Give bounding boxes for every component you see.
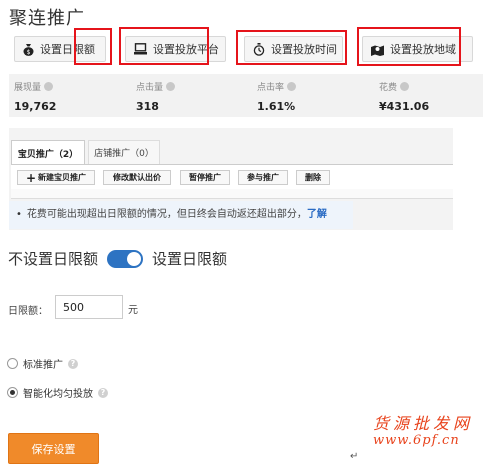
edit-default-bid-button[interactable]: 修改默认出价	[103, 170, 171, 185]
stopwatch-icon	[253, 42, 265, 56]
page-title: 聚连推广	[9, 8, 85, 29]
stats-panel: 展现量 19,762 点击量 318 点击率 1.61% 花费 ¥431.06	[9, 74, 483, 117]
new-item-promotion-button[interactable]: + 新建宝贝推广	[17, 170, 95, 185]
stat-ctr-value: 1.61%	[257, 100, 296, 113]
set-daily-budget-label: 设置日限额	[40, 43, 95, 56]
set-platform-button[interactable]: 设置投放平台	[125, 36, 226, 62]
set-limit-label: 设置日限额	[152, 250, 228, 268]
join-promotion-button[interactable]: 参与推广	[238, 170, 288, 185]
set-daily-budget-button[interactable]: $ 设置日限额	[14, 36, 106, 62]
table-header-strip	[11, 189, 453, 199]
stat-clicks-value: 318	[136, 100, 159, 113]
learn-more-link[interactable]: 了解	[307, 209, 327, 220]
help-icon[interactable]	[287, 82, 297, 91]
stat-spend: 花费 ¥431.06	[379, 80, 429, 113]
help-icon[interactable]	[166, 82, 176, 91]
standard-delivery-label: 标准推广	[23, 360, 63, 371]
smart-delivery-radio[interactable]	[7, 387, 18, 398]
stat-clicks-label: 点击量	[136, 83, 164, 93]
help-icon[interactable]: ?	[68, 358, 78, 369]
plus-icon: +	[25, 170, 37, 185]
computer-icon	[134, 43, 147, 55]
stat-spend-value: ¥431.06	[379, 100, 430, 113]
stat-impressions-label: 展现量	[14, 83, 42, 93]
notice-text: 花费可能出现超出日限额的情况，但日终会自动返还超出部分，	[26, 209, 307, 220]
standard-delivery-radio[interactable]	[7, 358, 18, 369]
set-region-label: 设置投放地域	[390, 43, 456, 56]
save-settings-button[interactable]: 保存设置	[8, 433, 99, 464]
standard-delivery-option[interactable]: 标准推广 ?	[7, 356, 78, 371]
tab-shop-promotion[interactable]: 店铺推广（0）	[88, 140, 160, 164]
budget-toggle-switch[interactable]	[107, 249, 144, 268]
smart-delivery-label: 智能化均匀投放	[23, 389, 93, 400]
currency-unit: 元	[128, 305, 138, 316]
new-item-promotion-label: 新建宝贝推广	[38, 173, 87, 182]
delete-button[interactable]: 删除	[296, 170, 330, 185]
return-mark-icon: ↵	[350, 451, 359, 462]
watermark-logo-text: 货源批发网	[373, 414, 474, 433]
set-region-button[interactable]: 设置投放地域	[362, 36, 473, 62]
no-limit-label: 不设置日限额	[8, 250, 99, 268]
stat-impressions: 展现量 19,762	[14, 80, 56, 113]
stat-ctr-label: 点击率	[257, 83, 285, 93]
help-icon[interactable]	[400, 82, 410, 91]
daily-limit-input[interactable]	[55, 295, 123, 319]
stat-ctr: 点击率 1.61%	[257, 80, 297, 113]
map-pin-icon	[371, 45, 384, 56]
daily-limit-label: 日限额：	[8, 306, 48, 317]
tab-item-promotion[interactable]: 宝贝推广（2）	[11, 140, 85, 165]
budget-toggle-row: 不设置日限额 设置日限额	[8, 248, 227, 269]
toggle-knob	[127, 251, 142, 266]
budget-notice: • 花费可能出现超出日限额的情况，但日终会自动返还超出部分，了解	[9, 201, 353, 229]
help-icon[interactable]: ?	[98, 387, 108, 398]
set-schedule-button[interactable]: 设置投放时间	[244, 36, 343, 62]
svg-text:$: $	[27, 49, 31, 56]
bullet-icon: •	[16, 209, 22, 220]
smart-delivery-option[interactable]: 智能化均匀投放 ?	[7, 385, 108, 400]
help-icon[interactable]	[44, 82, 54, 91]
money-bag-icon: $	[23, 43, 34, 56]
stat-clicks: 点击量 318	[136, 80, 176, 113]
watermark-url: www.6pf.cn	[373, 433, 460, 448]
pause-promotion-button[interactable]: 暂停推广	[180, 170, 230, 185]
set-schedule-label: 设置投放时间	[271, 43, 337, 56]
stat-spend-label: 花费	[379, 83, 398, 93]
stat-impressions-value: 19,762	[14, 100, 57, 113]
set-platform-label: 设置投放平台	[153, 43, 219, 56]
